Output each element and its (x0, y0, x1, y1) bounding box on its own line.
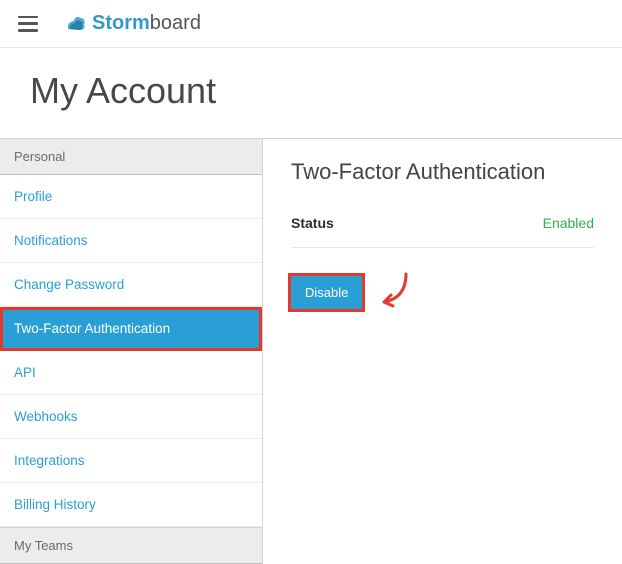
disable-button[interactable]: Disable (291, 276, 362, 309)
sidebar-item-api[interactable]: API (0, 351, 262, 395)
status-value: Enabled (543, 215, 594, 231)
brand-logo[interactable]: Stormboard (62, 11, 201, 37)
annotation-arrow-icon (376, 270, 416, 314)
sidebar-section-my-teams[interactable]: My Teams (0, 527, 262, 564)
sidebar-item-profile[interactable]: Profile (0, 175, 262, 219)
sidebar-item-integrations[interactable]: Integrations (0, 439, 262, 483)
main-panel: Two-Factor Authentication Status Enabled… (263, 139, 622, 564)
status-row: Status Enabled (291, 203, 594, 248)
page-title: My Account (0, 48, 622, 138)
logo-mark-icon (62, 11, 88, 37)
status-label: Status (291, 215, 334, 231)
sidebar-item-webhooks[interactable]: Webhooks (0, 395, 262, 439)
sidebar-item-two-factor[interactable]: Two-Factor Authentication (0, 307, 262, 351)
brand-text: Stormboard (92, 12, 201, 35)
action-row: Disable (291, 270, 594, 314)
content-layout: Personal Profile Notifications Change Pa… (0, 138, 622, 564)
sidebar-item-notifications[interactable]: Notifications (0, 219, 262, 263)
sidebar-item-change-password[interactable]: Change Password (0, 263, 262, 307)
sidebar-item-billing-history[interactable]: Billing History (0, 483, 262, 527)
menu-icon[interactable] (18, 16, 38, 32)
sidebar: Personal Profile Notifications Change Pa… (0, 139, 263, 564)
section-heading: Two-Factor Authentication (291, 159, 594, 185)
topbar: Stormboard (0, 0, 622, 48)
sidebar-section-personal: Personal (0, 139, 262, 175)
